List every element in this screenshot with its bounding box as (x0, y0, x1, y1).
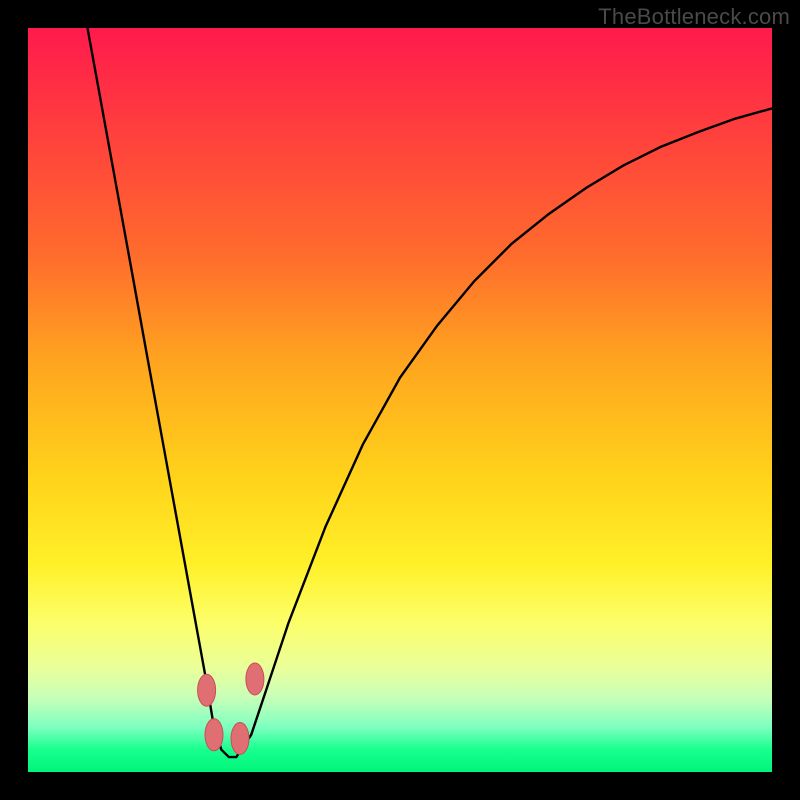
chart-svg (28, 28, 772, 772)
dip-marker-bottom-r (231, 723, 249, 755)
watermark-text: TheBottleneck.com (598, 4, 790, 30)
chart-plot-area (28, 28, 772, 772)
dip-marker-left (198, 674, 216, 706)
dip-marker-right (246, 663, 264, 695)
dip-markers-group (198, 663, 264, 755)
bottleneck-curve-path (88, 28, 773, 757)
dip-marker-bottom-l (205, 719, 223, 751)
